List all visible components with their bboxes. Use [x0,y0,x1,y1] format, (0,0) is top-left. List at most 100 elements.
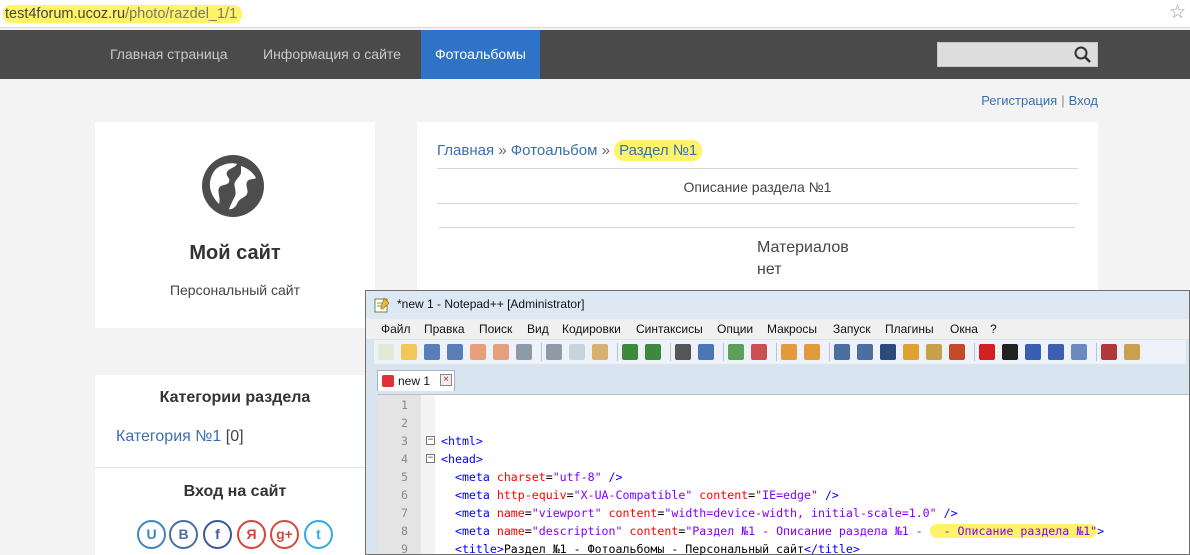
code-text: <meta name="description" content="Раздел… [441,524,1105,538]
close-icon[interactable]: × [440,374,452,386]
spellcheck-icon[interactable] [1101,344,1117,360]
breadcrumb: Главная » Фотоальбом » Раздел №1 [437,140,703,161]
code-text: <html> [441,434,483,448]
divider [437,168,1078,169]
nav-item-home[interactable]: Главная страница [110,30,228,79]
facebook-icon[interactable]: f [203,520,232,549]
login-link[interactable]: Вход [1069,93,1098,108]
play-multi-icon[interactable] [1048,344,1064,360]
toolbar-separator [670,343,671,361]
menu-item[interactable]: Кодировки [562,322,621,336]
window-title: *new 1 - Notepad++ [Administrator] [397,297,585,311]
toolbar-separator [974,343,975,361]
bookmark-star-icon[interactable]: ☆ [1169,3,1186,23]
menu-item[interactable]: Синтаксисы [636,322,703,336]
menu-item[interactable]: Поиск [479,322,512,336]
udl-icon[interactable] [903,344,919,360]
save-all-icon[interactable] [447,344,463,360]
sync-v-icon[interactable] [781,344,797,360]
toolbar-separator [617,343,618,361]
close-icon[interactable] [470,344,486,360]
doc-map-icon[interactable] [926,344,942,360]
sync-h-icon[interactable] [804,344,820,360]
no-materials-text: Материалов нет [757,239,849,278]
nav-item-photoalbums[interactable]: Фотоальбомы [421,30,540,79]
save-macro-icon[interactable] [1071,344,1087,360]
tab-label: new 1 [398,374,431,388]
code-line: 4 − <head> [377,450,1189,468]
tab-new-1[interactable]: new 1 × [377,370,455,391]
notepadpp-window[interactable]: *new 1 - Notepad++ [Administrator] Файл П… [365,290,1190,555]
main-content: Главная » Фотоальбом » Раздел №1 Описани… [417,122,1098,302]
divider [437,203,1078,204]
save-icon[interactable] [424,344,440,360]
section-description: Описание раздела №1 [683,179,832,195]
cut-icon[interactable] [546,344,562,360]
find-icon[interactable] [675,344,691,360]
open-icon[interactable] [401,344,417,360]
indent-guide-icon[interactable] [880,344,896,360]
close-all-icon[interactable] [493,344,509,360]
breadcrumb-separator: » [597,142,615,159]
print-icon[interactable] [516,344,532,360]
url-path: /photo/razdel_1/1 [125,6,238,22]
notepadpp-logo-icon [374,297,390,313]
category-link[interactable]: Категория №1 [116,428,221,445]
googleplus-icon[interactable]: g+ [270,520,299,549]
breadcrumb-home[interactable]: Главная [437,142,494,159]
menu-item[interactable]: Правка [424,322,465,336]
search-icon[interactable] [1073,45,1093,65]
nav-item-about[interactable]: Информация о сайте [263,30,401,79]
ucoz-icon[interactable]: U [137,520,166,549]
window-titlebar[interactable]: *new 1 - Notepad++ [Administrator] [366,291,1189,319]
stop-icon[interactable] [1002,344,1018,360]
breadcrumb-album[interactable]: Фотоальбом [511,142,598,159]
menu-item[interactable]: Окна [950,322,978,336]
redo-icon[interactable] [645,344,661,360]
paste-icon[interactable] [592,344,608,360]
address-bar[interactable]: test4forum.ucoz.ru/photo/razdel_1/1 ☆ [0,0,1190,28]
yandex-icon[interactable]: Я [237,520,266,549]
menu-item[interactable]: Макросы [767,322,817,336]
code-line: 1 [377,396,1189,414]
globe-icon [202,155,264,217]
divider [439,227,1075,228]
copy-icon[interactable] [569,344,585,360]
search-input[interactable] [937,42,1098,67]
code-line: 5 <meta charset="utf-8" /> [377,468,1189,486]
menu-item[interactable]: Опции [717,322,753,336]
code-line: 8 <meta name="description" content="Разд… [377,522,1189,540]
menu-item[interactable]: ? [990,322,997,336]
replace-icon[interactable] [698,344,714,360]
code-editor[interactable]: 1 2 3 − <html> 4 − <head> 5 <meta charset="utf-8… [377,394,1189,555]
spell-settings-icon[interactable] [1124,344,1140,360]
menu-item[interactable]: Файл [381,322,411,336]
fold-toggle-icon[interactable]: − [426,454,435,463]
fold-toggle-icon[interactable]: − [426,436,435,445]
line-number: 9 [401,542,408,555]
menu-item[interactable]: Плагины [885,322,934,336]
zoom-out-icon[interactable] [751,344,767,360]
menu-item[interactable]: Вид [527,322,549,336]
menu-item[interactable]: Запуск [833,322,871,336]
menu-bar: Файл Правка Поиск Вид Кодировки Синтаксисы Опц… [366,319,1189,339]
url-field[interactable]: test4forum.ucoz.ru/photo/razdel_1/1 [3,3,243,25]
code-line: 6 <meta http-equiv="X-UA-Compatible" con… [377,486,1189,504]
undo-icon[interactable] [622,344,638,360]
new-file-icon[interactable] [378,344,394,360]
toolbar [374,340,1186,364]
all-chars-icon[interactable] [857,344,873,360]
function-list-icon[interactable] [949,344,965,360]
zoom-in-icon[interactable] [728,344,744,360]
line-number: 4 [401,452,408,466]
register-link[interactable]: Регистрация [981,93,1057,108]
twitter-icon[interactable]: t [304,520,333,549]
vk-icon[interactable]: B [169,520,198,549]
play-icon[interactable] [1025,344,1041,360]
breadcrumb-separator: » [494,142,511,159]
main-nav: Главная страница Информация о сайте Фото… [0,30,1190,79]
wrap-icon[interactable] [834,344,850,360]
line-number: 7 [401,506,408,520]
record-icon[interactable] [979,344,995,360]
site-subtitle: Персональный сайт [169,282,301,298]
